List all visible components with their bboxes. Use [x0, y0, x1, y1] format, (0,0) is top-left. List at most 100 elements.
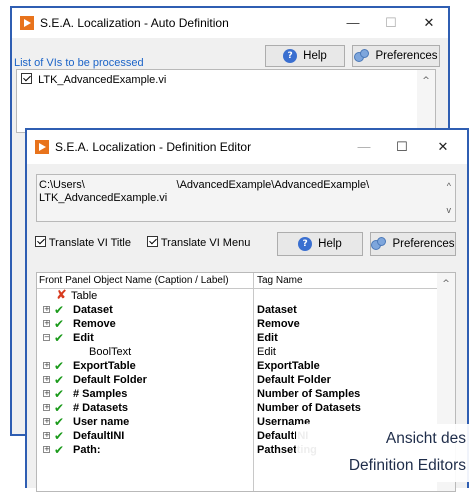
vi-path-box[interactable]: C:\Users\ \AdvancedExample\AdvancedExamp… — [36, 174, 456, 222]
header-object-name[interactable]: Front Panel Object Name (Caption / Label… — [39, 275, 250, 286]
object-name-cell[interactable]: + ✔ # Samples — [37, 387, 250, 401]
header-tag-name[interactable]: Tag Name — [257, 275, 303, 286]
object-name: User name — [73, 416, 130, 428]
expand-icon[interactable]: + — [43, 446, 50, 453]
expand-icon[interactable]: + — [43, 306, 50, 313]
translate-title-option[interactable]: Translate VI Title — [35, 236, 131, 249]
tag-name: Dataset — [257, 304, 297, 316]
maximize-button[interactable]: ☐ — [377, 12, 405, 34]
object-name-cell[interactable]: + ✔ Remove — [37, 317, 250, 331]
object-name: Default Folder — [73, 374, 147, 386]
table-row[interactable]: BoolText Edit — [37, 345, 437, 359]
tag-name: Number of Datasets — [257, 402, 361, 414]
translate-menu-option[interactable]: Translate VI Menu — [147, 236, 250, 249]
object-name-cell[interactable]: − ✔ Edit — [37, 331, 250, 345]
auto-titlebar[interactable]: S.E.A. Localization - Auto Definition — … — [12, 8, 448, 38]
tag-name: ExportTable — [257, 360, 320, 372]
tag-name: Edit — [257, 346, 276, 358]
scroll-up-icon[interactable]: ^ — [417, 76, 435, 86]
auto-preferences-button[interactable]: Preferences — [352, 45, 440, 67]
expand-icon[interactable]: + — [43, 404, 50, 411]
expand-icon[interactable]: + — [43, 376, 50, 383]
table-header: Front Panel Object Name (Caption / Label… — [37, 273, 437, 289]
editor-help-button[interactable]: ? Help — [277, 232, 363, 256]
editor-preferences-label: Preferences — [392, 238, 455, 250]
checkmark-icon: ✔ — [54, 415, 65, 429]
tag-name-cell[interactable]: Number of Datasets — [253, 401, 437, 415]
tag-name: Edit — [257, 332, 278, 344]
object-name: ExportTable — [73, 360, 136, 372]
translate-title-checkbox[interactable] — [35, 236, 46, 247]
minimize-button[interactable]: — — [339, 12, 367, 34]
table-row[interactable]: ✘ Table — [37, 289, 437, 303]
checkmark-icon: ✔ — [54, 401, 65, 415]
vi-path-line-1: C:\Users\ \AdvancedExample\AdvancedExamp… — [39, 179, 370, 191]
table-row[interactable]: + ✔ ExportTable ExportTable — [37, 359, 437, 373]
vi-checkbox[interactable] — [21, 73, 32, 84]
tag-name-cell[interactable]: Remove — [253, 317, 437, 331]
close-button[interactable]: ✕ — [415, 12, 443, 34]
checkmark-icon: ✔ — [54, 317, 65, 331]
auto-help-button[interactable]: ? Help — [265, 45, 345, 67]
object-name-cell[interactable]: + ✔ ExportTable — [37, 359, 250, 373]
scroll-up-icon[interactable]: ^ — [447, 181, 451, 191]
scroll-down-icon[interactable]: v — [447, 205, 452, 215]
tag-name-cell[interactable]: Number of Samples — [253, 387, 437, 401]
object-name-cell[interactable]: + ✔ Path: — [37, 443, 250, 457]
expand-icon[interactable]: + — [43, 432, 50, 439]
object-name: Dataset — [73, 304, 113, 316]
vi-path-line-2: LTK_AdvancedExample.vi — [39, 192, 168, 204]
help-icon: ? — [298, 237, 313, 251]
translate-title-label: Translate VI Title — [48, 237, 131, 249]
expand-icon[interactable]: + — [43, 390, 50, 397]
object-name: BoolText — [89, 346, 132, 358]
table-row[interactable]: + ✔ # Datasets Number of Datasets — [37, 401, 437, 415]
table-row[interactable]: + ✔ Default Folder Default Folder — [37, 373, 437, 387]
tag-name-cell[interactable]: ExportTable — [253, 359, 437, 373]
caption-line-2: Definition Editors — [296, 454, 470, 482]
vis-list[interactable]: LTK_AdvancedExample.vi ^ — [16, 69, 436, 133]
object-name-cell[interactable]: + ✔ Default Folder — [37, 373, 250, 387]
error-cross-icon: ✘ — [56, 289, 67, 303]
object-name-cell[interactable]: + ✔ # Datasets — [37, 401, 250, 415]
tag-name-cell[interactable]: Default Folder — [253, 373, 437, 387]
vis-list-item[interactable]: LTK_AdvancedExample.vi — [21, 73, 166, 86]
tag-name-cell[interactable]: Dataset — [253, 303, 437, 317]
auto-preferences-label: Preferences — [375, 50, 438, 62]
expand-icon[interactable]: + — [43, 418, 50, 425]
expand-icon[interactable]: + — [43, 320, 50, 327]
scroll-up-icon[interactable]: ^ — [437, 279, 455, 289]
object-name: DefaultINI — [73, 430, 125, 442]
minimize-button[interactable]: — — [350, 136, 378, 158]
maximize-button[interactable]: ☐ — [388, 136, 416, 158]
collapse-icon[interactable]: − — [43, 334, 50, 341]
tag-name: Remove — [257, 318, 300, 330]
vis-list-scrollbar[interactable]: ^ — [417, 70, 435, 132]
header-divider[interactable] — [253, 273, 254, 288]
translate-menu-checkbox[interactable] — [147, 236, 158, 247]
table-row[interactable]: + ✔ Remove Remove — [37, 317, 437, 331]
expand-icon[interactable]: + — [43, 362, 50, 369]
object-name: Remove — [73, 318, 116, 330]
object-name-cell[interactable]: + ✔ Dataset — [37, 303, 250, 317]
vis-list-label: List of VIs to be processed — [14, 57, 144, 69]
table-row[interactable]: + ✔ # Samples Number of Samples — [37, 387, 437, 401]
editor-help-label: Help — [318, 238, 342, 250]
object-name: # Samples — [73, 388, 128, 400]
object-name-cell[interactable]: + ✔ DefaultINI — [37, 429, 250, 443]
tag-name-cell[interactable]: Edit — [253, 331, 437, 345]
editor-preferences-button[interactable]: Preferences — [370, 232, 456, 256]
caption-line-1: Ansicht des — [296, 424, 470, 454]
tag-name-cell[interactable]: Edit — [253, 345, 437, 359]
object-name-cell[interactable]: BoolText — [37, 345, 250, 359]
table-row[interactable]: − ✔ Edit Edit — [37, 331, 437, 345]
table-row[interactable]: + ✔ Dataset Dataset — [37, 303, 437, 317]
object-name-cell[interactable]: + ✔ User name — [37, 415, 250, 429]
object-name-cell[interactable]: ✘ Table — [37, 289, 250, 303]
editor-titlebar[interactable]: S.E.A. Localization - Definition Editor … — [27, 130, 467, 164]
close-button[interactable]: ✕ — [429, 136, 457, 158]
checkmark-icon: ✔ — [54, 429, 65, 443]
help-icon: ? — [283, 49, 298, 63]
tag-name: Default Folder — [257, 374, 331, 386]
tag-name-cell[interactable] — [253, 289, 437, 303]
